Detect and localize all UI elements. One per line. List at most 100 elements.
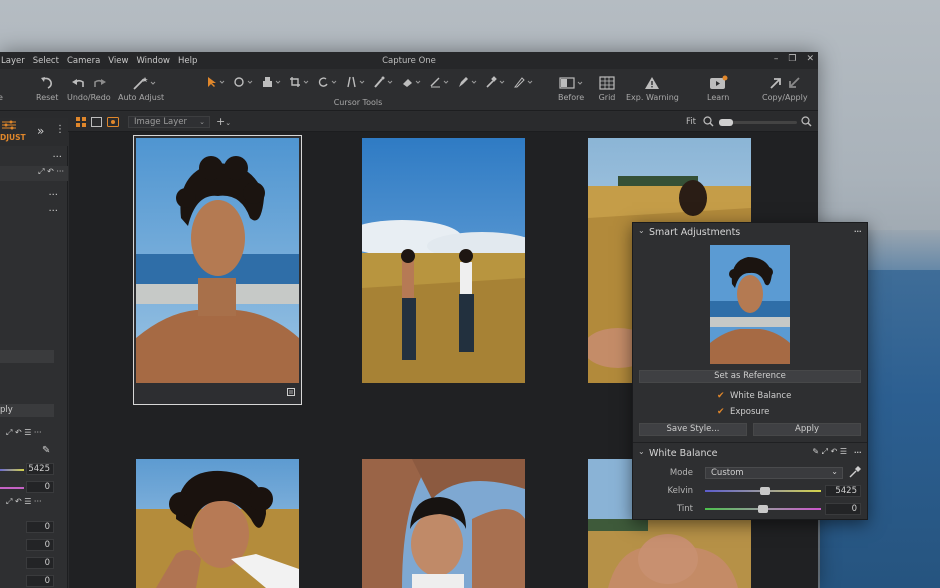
pen-icon[interactable]: [456, 75, 480, 89]
menu-window[interactable]: Window: [136, 56, 177, 66]
sidebar-value-row[interactable]: 0: [26, 575, 54, 587]
sidebar-value-row[interactable]: 0: [26, 539, 54, 551]
sidebar-apply-button[interactable]: ply: [0, 404, 54, 417]
sidebar-tint-track: [0, 487, 24, 489]
annotate-icon[interactable]: [512, 75, 536, 89]
search-icon[interactable]: [801, 116, 812, 130]
pan-icon[interactable]: [232, 75, 256, 89]
sidebar-tint-value[interactable]: 0: [26, 481, 54, 493]
keystone-icon[interactable]: [344, 75, 368, 89]
exposure-checkbox[interactable]: ✔ Exposure: [717, 407, 769, 417]
save-style-button[interactable]: Save Style...: [639, 423, 747, 436]
maximize-icon[interactable]: ❐: [788, 54, 796, 64]
learn-button[interactable]: Learn: [707, 73, 729, 102]
white-balance-header[interactable]: ⌄ White Balance ✎ ⤢ ↶ ☰ ···: [633, 444, 867, 462]
crop-icon[interactable]: [288, 75, 312, 89]
tool-actions-icon[interactable]: ✎ ⤢ ↶ ☰: [812, 447, 847, 457]
chevron-down-icon[interactable]: ⌄: [638, 447, 645, 456]
sidebar-value-row[interactable]: 0: [26, 521, 54, 533]
warning-icon: [626, 73, 679, 93]
mode-row: Mode Custom ⌄: [633, 466, 867, 480]
learn-icon: [707, 73, 729, 93]
kelvin-slider-knob[interactable]: [760, 487, 771, 495]
thumbnail-image[interactable]: [362, 459, 525, 588]
sidebar-value-row[interactable]: 0: [26, 557, 54, 569]
stamp-icon[interactable]: [260, 75, 284, 89]
menu-select[interactable]: Select: [33, 56, 66, 66]
tint-slider[interactable]: [705, 505, 821, 513]
gradient-icon[interactable]: [428, 75, 452, 89]
picker-icon[interactable]: ✎: [42, 445, 50, 456]
grid-view-icon[interactable]: [76, 117, 86, 130]
thumbnail-image[interactable]: [362, 138, 525, 383]
brush-icon[interactable]: [372, 75, 396, 89]
reset-icon: [36, 73, 58, 93]
double-chevron-icon[interactable]: »: [37, 124, 44, 138]
zoom-out-icon[interactable]: [703, 116, 714, 130]
more-icon[interactable]: ···: [52, 152, 62, 163]
mode-label: Mode: [669, 468, 693, 478]
eraser-icon[interactable]: [400, 75, 424, 89]
menu-help[interactable]: Help: [178, 56, 204, 66]
rotate-icon[interactable]: [316, 75, 340, 89]
add-layer-icon[interactable]: +⌄: [216, 115, 231, 128]
tint-row: Tint 0: [633, 502, 867, 516]
before-icon: [558, 73, 584, 93]
menu-layer[interactable]: Layer: [1, 56, 32, 66]
select-cursor-icon[interactable]: [204, 75, 228, 89]
menu-camera[interactable]: Camera: [67, 56, 107, 66]
tool-actions-icon[interactable]: ⤢ ↶ ☰ ···: [6, 428, 42, 438]
checkmark-icon: ✔: [717, 407, 725, 417]
thumbnail-image[interactable]: [136, 459, 299, 588]
white-balance-checkbox[interactable]: ✔ White Balance: [717, 391, 791, 401]
kelvin-slider[interactable]: [705, 487, 821, 495]
fit-label: Fit: [686, 117, 696, 127]
grid-icon: [598, 73, 616, 93]
tool-actions-icon[interactable]: ⤢ ↶ ···: [38, 167, 64, 177]
grid-button[interactable]: Grid: [598, 73, 616, 102]
adjust-tab-label[interactable]: DJUST: [0, 133, 26, 142]
thumbnail-image[interactable]: [136, 138, 299, 383]
thumbnail-frame-selected[interactable]: [133, 135, 302, 405]
adjust-tab-icon[interactable]: [2, 120, 16, 133]
set-as-reference-button[interactable]: Set as Reference: [639, 370, 861, 383]
chevron-down-icon: ⌄: [199, 118, 205, 126]
copy-apply-button[interactable]: Copy/Apply: [762, 73, 808, 102]
zoom-slider-knob[interactable]: [719, 119, 733, 126]
viewer-icon[interactable]: [91, 117, 102, 130]
checkmark-icon: ✔: [717, 391, 725, 401]
layer-select[interactable]: Image Layer ⌄: [128, 116, 210, 128]
minimize-icon[interactable]: –: [774, 54, 779, 64]
mode-select[interactable]: Custom ⌄: [705, 467, 843, 479]
tint-slider-knob[interactable]: [758, 505, 768, 513]
more-icon[interactable]: ···: [854, 225, 862, 238]
smart-adjustments-header[interactable]: ⌄ Smart Adjustments ···: [633, 223, 867, 241]
image-badge-icon: [287, 388, 295, 399]
preview-eye-icon[interactable]: [107, 117, 119, 130]
kelvin-row: Kelvin 5425: [633, 484, 867, 498]
tool-tabs: DJUST » ⋮: [0, 118, 68, 146]
more-icon[interactable]: ···: [48, 206, 58, 217]
more-icon[interactable]: ···: [854, 446, 862, 459]
menu-view[interactable]: View: [108, 56, 135, 66]
close-icon[interactable]: ✕: [806, 54, 814, 64]
sidebar-field[interactable]: [0, 350, 54, 363]
sidebar-kelvin-track: [0, 469, 24, 471]
eyedropper-icon[interactable]: [849, 466, 861, 481]
picker-icon[interactable]: [484, 75, 508, 89]
before-button[interactable]: Before: [558, 73, 584, 102]
tint-value[interactable]: 0: [825, 503, 861, 515]
copy-apply-icon: [762, 73, 808, 93]
sidebar-kelvin-value[interactable]: 5425: [26, 463, 54, 475]
zoom-slider[interactable]: [719, 119, 797, 126]
chevron-down-icon[interactable]: ⌄: [638, 226, 645, 235]
cursor-tools-group: [204, 75, 536, 89]
apply-button[interactable]: Apply: [753, 423, 861, 436]
more-icon[interactable]: ⋮: [55, 124, 65, 135]
more-icon[interactable]: ···: [48, 190, 58, 201]
exp-warning-button[interactable]: Exp. Warning: [626, 73, 679, 102]
tool-actions-icon[interactable]: ⤢ ↶ ☰ ···: [6, 497, 42, 507]
kelvin-value[interactable]: 5425: [825, 485, 861, 497]
menu-bar: Layer Select Camera View Window Help Cap…: [0, 52, 818, 69]
smart-adjustments-panel: ⌄ Smart Adjustments ··· Set as Reference…: [632, 222, 868, 520]
